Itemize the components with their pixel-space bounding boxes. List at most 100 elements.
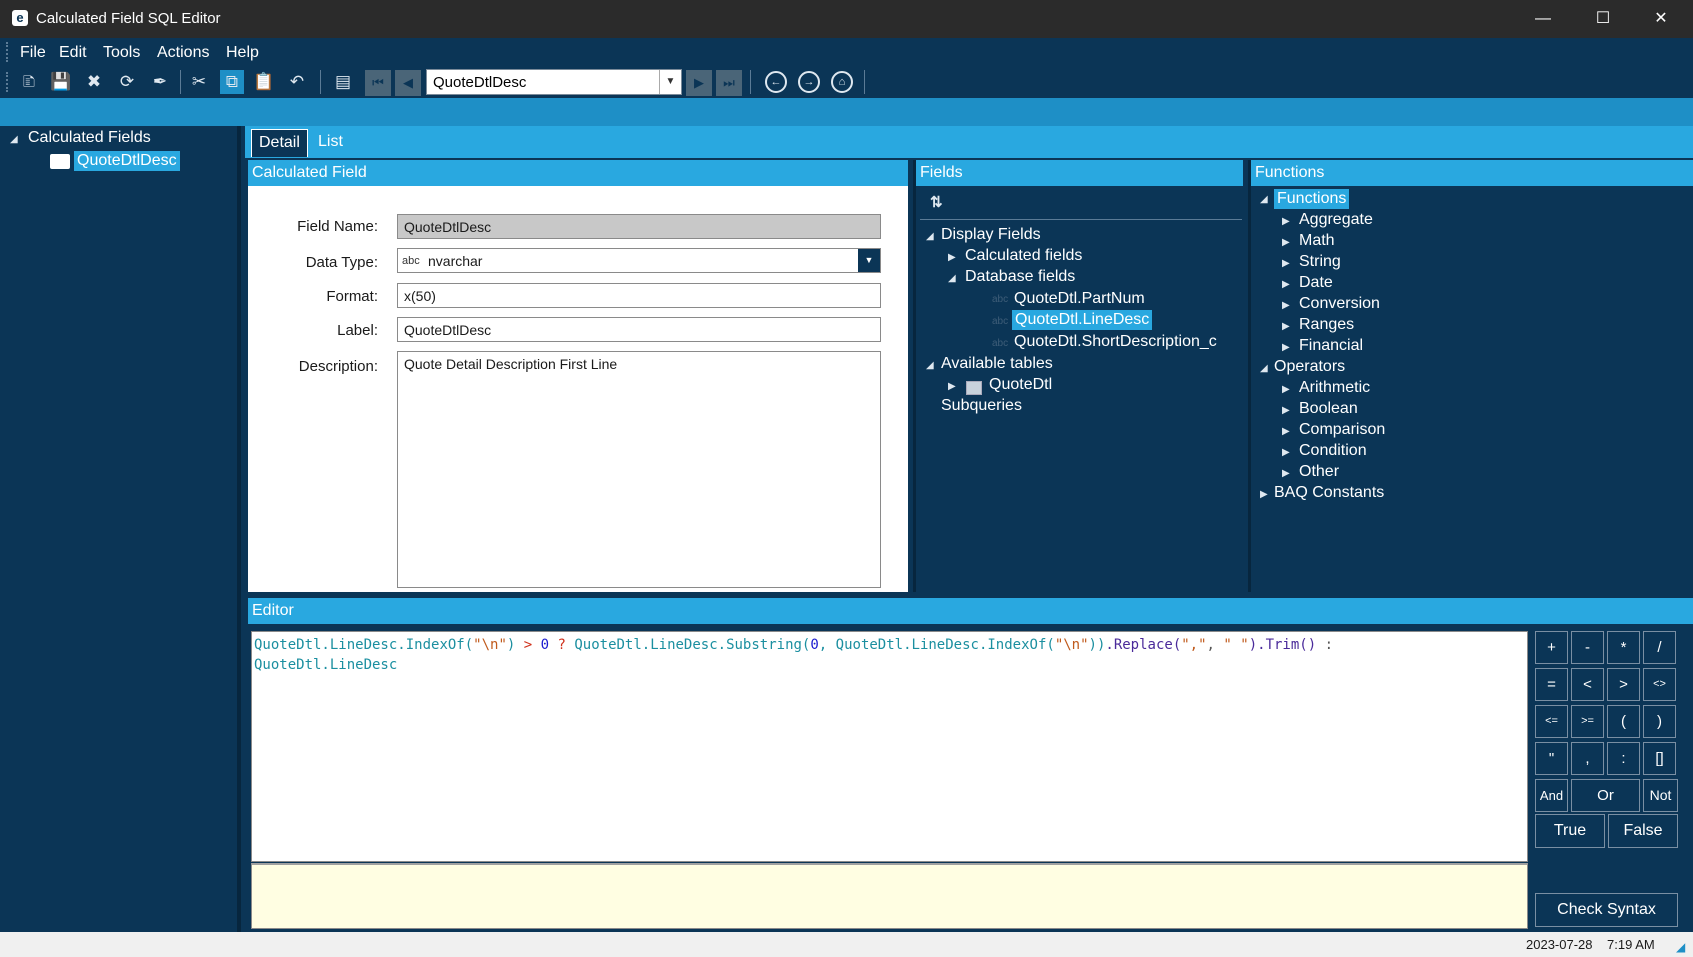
collapse-arrow-icon[interactable]: ◢ [948,273,956,284]
tree-root-calculated-fields[interactable]: Calculated Fields [28,129,151,147]
expand-arrow-icon[interactable]: ▶ [1282,258,1290,269]
close-icon[interactable]: ✕ [1632,0,1690,38]
op-open-paren-button[interactable]: ( [1607,705,1640,738]
search-binoculars-icon[interactable]: ▤ [331,70,355,94]
tree-functions-root[interactable]: Functions [1274,189,1350,209]
label-input[interactable]: QuoteDtlDesc [397,317,881,342]
op-not-equal-button[interactable]: <> [1643,668,1676,701]
expand-arrow-icon[interactable]: ▶ [948,381,956,392]
record-selector[interactable]: QuoteDtlDesc ▼ [426,69,682,95]
collapse-arrow-icon[interactable]: ◢ [926,231,934,242]
op-true-button[interactable]: True [1535,814,1605,848]
clear-icon[interactable]: ✒ [148,70,172,94]
tree-item-quotedtldesc[interactable]: QuoteDtlDesc [74,151,180,171]
op-plus-button[interactable]: + [1535,631,1568,664]
collapse-arrow-icon[interactable]: ◢ [1260,363,1268,374]
tree-field-partnum[interactable]: QuoteDtl.PartNum [1014,290,1145,308]
op-not-button[interactable]: Not [1643,779,1678,812]
op-greater-button[interactable]: > [1607,668,1640,701]
new-icon[interactable]: 🗈 [17,70,41,94]
previous-record-icon[interactable]: ◀ [395,70,421,96]
expand-arrow-icon[interactable]: ▶ [1282,426,1290,437]
forward-arrow-icon[interactable]: → [798,71,820,93]
op-colon-button[interactable]: : [1607,742,1640,775]
op-minus-button[interactable]: - [1571,631,1604,664]
data-type-select[interactable]: abc nvarchar ▼ [397,248,881,273]
tree-table-quotedtl[interactable]: QuoteDtl [989,376,1052,394]
tree-other[interactable]: Other [1299,463,1339,481]
tree-calculated-fields[interactable]: Calculated fields [965,247,1082,265]
undo-icon[interactable]: ↶ [285,70,309,94]
collapse-arrow-icon[interactable]: ◢ [1260,194,1268,205]
tree-ranges[interactable]: Ranges [1299,316,1354,334]
expand-arrow-icon[interactable]: ▶ [1282,300,1290,311]
op-and-button[interactable]: And [1535,779,1568,812]
minimize-icon[interactable]: — [1514,0,1572,38]
tree-subqueries[interactable]: Subqueries [941,397,1022,415]
home-icon[interactable]: ⌂ [831,71,853,93]
toolbar-grip[interactable] [6,72,9,92]
description-textarea[interactable]: Quote Detail Description First Line [397,351,881,588]
op-brackets-button[interactable]: [] [1643,742,1676,775]
expand-arrow-icon[interactable]: ▶ [1282,384,1290,395]
menu-help[interactable]: Help [226,44,259,62]
tree-aggregate[interactable]: Aggregate [1299,211,1373,229]
cut-icon[interactable]: ✂ [187,70,211,94]
tab-list[interactable]: List [311,129,350,157]
tree-comparison[interactable]: Comparison [1299,421,1385,439]
op-or-button[interactable]: Or [1571,779,1640,812]
tree-database-fields[interactable]: Database fields [965,268,1075,286]
resize-grip-icon[interactable]: ◢ [1676,940,1685,954]
expand-arrow-icon[interactable]: ▶ [1282,405,1290,416]
tree-conversion[interactable]: Conversion [1299,295,1380,313]
field-name-input[interactable]: QuoteDtlDesc [397,214,881,239]
tree-baq-constants[interactable]: BAQ Constants [1274,484,1384,502]
expand-arrow-icon[interactable]: ▶ [1282,447,1290,458]
tab-detail[interactable]: Detail [251,129,308,157]
expand-arrow-icon[interactable]: ▶ [1282,342,1290,353]
menu-actions[interactable]: Actions [157,44,209,62]
tree-financial[interactable]: Financial [1299,337,1363,355]
save-icon[interactable]: 💾 [49,70,73,94]
tree-display-fields[interactable]: Display Fields [941,226,1041,244]
op-greater-equal-button[interactable]: >= [1571,705,1604,738]
op-divide-button[interactable]: / [1643,631,1676,664]
tree-condition[interactable]: Condition [1299,442,1367,460]
op-less-button[interactable]: < [1571,668,1604,701]
back-arrow-icon[interactable]: ← [765,71,787,93]
collapse-arrow-icon[interactable]: ◢ [10,134,18,145]
op-close-paren-button[interactable]: ) [1643,705,1676,738]
expand-arrow-icon[interactable]: ▶ [948,252,956,263]
op-less-equal-button[interactable]: <= [1535,705,1568,738]
op-equals-button[interactable]: = [1535,668,1568,701]
tree-arithmetic[interactable]: Arithmetic [1299,379,1370,397]
expand-arrow-icon[interactable]: ▶ [1282,321,1290,332]
expand-arrow-icon[interactable]: ▶ [1282,216,1290,227]
expand-arrow-icon[interactable]: ▶ [1282,468,1290,479]
tree-string[interactable]: String [1299,253,1341,271]
collapse-arrow-icon[interactable]: ◢ [926,360,934,371]
paste-icon[interactable]: 📋 [252,70,276,94]
tree-field-linedesc[interactable]: QuoteDtl.LineDesc [1012,310,1153,330]
menu-file[interactable]: File [20,44,46,62]
op-false-button[interactable]: False [1608,814,1678,848]
tree-field-shortdescription[interactable]: QuoteDtl.ShortDescription_c [1014,333,1217,351]
chevron-down-icon[interactable]: ▼ [659,70,681,94]
tree-operators[interactable]: Operators [1274,358,1345,376]
expand-arrow-icon[interactable]: ▶ [1282,279,1290,290]
chevron-down-icon[interactable]: ▼ [858,249,880,272]
delete-icon[interactable]: ✖ [82,70,106,94]
copy-icon[interactable]: ⧉ [220,70,244,94]
syntax-message-area[interactable] [251,863,1528,929]
maximize-icon[interactable]: ☐ [1574,0,1632,38]
expand-arrow-icon[interactable]: ▶ [1260,489,1268,500]
refresh-icon[interactable]: ⟳ [115,70,139,94]
next-record-icon[interactable]: ▶ [686,70,712,96]
op-comma-button[interactable]: , [1571,742,1604,775]
op-multiply-button[interactable]: * [1607,631,1640,664]
first-record-icon[interactable]: ⏮ [365,70,391,96]
tree-date[interactable]: Date [1299,274,1333,292]
menu-edit[interactable]: Edit [59,44,87,62]
check-syntax-button[interactable]: Check Syntax [1535,893,1678,927]
last-record-icon[interactable]: ⏭ [716,70,742,96]
